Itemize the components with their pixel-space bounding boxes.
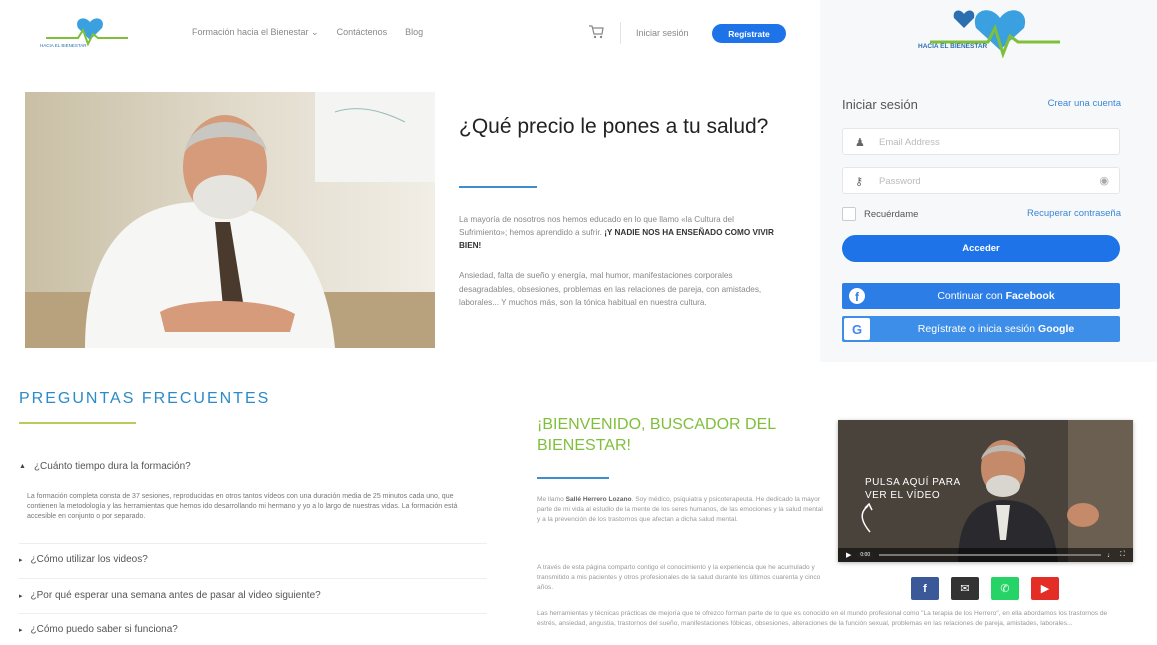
share-facebook-icon[interactable]: f (911, 577, 939, 600)
nav-login-link[interactable]: Iniciar sesión (636, 28, 689, 38)
welcome-title: ¡BIENVENIDO, BUSCADOR DEL BIENESTAR! (537, 416, 776, 454)
facebook-login-button[interactable]: f Continuar con Facebook (842, 283, 1120, 309)
user-icon: ♟ (855, 137, 865, 149)
nav-link-formacion[interactable]: Formación hacia el Bienestar ⌄ (192, 27, 319, 38)
faq-separator (19, 543, 487, 544)
remember-checkbox[interactable] (842, 207, 856, 221)
hero-divider (459, 186, 537, 188)
login-submit-button[interactable]: Acceder (842, 235, 1120, 262)
nav-divider (620, 22, 621, 44)
hero-description: Ansiedad, falta de sueño y energía, mal … (459, 271, 762, 307)
site-logo-text: HACIA EL BIENESTAR (40, 43, 87, 48)
nav-signup-button[interactable]: Regístrate (712, 24, 786, 43)
share-youtube-icon[interactable]: ▶ (1031, 577, 1059, 600)
email-field[interactable]: ♟ Email Address (842, 128, 1120, 155)
site-logo[interactable]: HACIA EL BIENESTAR (38, 16, 133, 50)
faq-title: PREGUNTAS FRECUENTES (19, 390, 271, 407)
welcome-paragraph-3: Las herramientas y técnicas prácticas de… (537, 610, 1108, 627)
faq-separator (19, 613, 487, 614)
faq-question[interactable]: ¿Cuánto tiempo dura la formación? (34, 461, 191, 472)
play-icon[interactable]: ▶ (846, 551, 851, 559)
key-icon: ⚷ (855, 176, 864, 188)
top-navigation: HACIA EL BIENESTAR Formación hacia el Bi… (0, 0, 820, 62)
nav-link-blog[interactable]: Blog (405, 27, 423, 38)
faq-item-duration[interactable]: ▲ ¿Cuánto tiempo dura la formación? La f… (19, 461, 487, 522)
hero-intro: La mayoría de nosotros nos hemos educado… (459, 213, 779, 252)
faq-question[interactable]: ¿Cómo puedo saber si funciona? (31, 624, 178, 635)
faq-separator (19, 578, 487, 579)
faq-question[interactable]: ¿Cómo utilizar los videos? (31, 554, 148, 565)
chevron-right-icon: ▸ (19, 592, 23, 600)
video-time: 0:00 (857, 552, 874, 558)
remember-me[interactable]: Recuérdame (842, 207, 918, 221)
share-email-icon[interactable]: ✉ (951, 577, 979, 600)
facebook-login-label: Continuar con Facebook (937, 290, 1055, 302)
share-whatsapp-icon[interactable]: ✆ (991, 577, 1019, 600)
video-progress-track[interactable] (879, 554, 1102, 556)
fullscreen-icon[interactable]: ⛶ (1120, 551, 1125, 559)
login-panel: HACIA EL BIENESTAR Iniciar sesión Crear … (820, 0, 1157, 362)
login-logo-text: HACIA EL BIENESTAR (918, 43, 988, 50)
google-login-label: Regístrate o inicia sesión Google (917, 323, 1075, 335)
volume-icon[interactable]: ♩ (1107, 552, 1114, 559)
login-logo: HACIA EL BIENESTAR (918, 10, 1060, 59)
create-account-link[interactable]: Crear una cuenta (1048, 98, 1121, 109)
faq-divider (19, 422, 136, 424)
video-caption[interactable]: PULSA AQUÍ PARA VER EL VÍDEO (865, 476, 961, 502)
login-title: Iniciar sesión (842, 97, 918, 112)
faq-item-does-it-work[interactable]: ▸ ¿Cómo puedo saber si funciona? (19, 624, 487, 635)
nav-link-contactenos[interactable]: Contáctenos (337, 27, 388, 38)
facebook-icon: f (842, 283, 872, 309)
faq-question[interactable]: ¿Por qué esperar una semana antes de pas… (31, 590, 321, 601)
email-placeholder: Email Address (879, 137, 940, 148)
main-site: HACIA EL BIENESTAR Formación hacia el Bi… (0, 0, 820, 362)
cart-icon[interactable] (588, 25, 604, 39)
hero-title: ¿Qué precio le pones a tu salud? (459, 115, 769, 138)
google-icon: G (844, 318, 870, 340)
forgot-password-link[interactable]: Recuperar contraseña (1027, 208, 1121, 219)
faq-item-videos[interactable]: ▸ ¿Cómo utilizar los videos? (19, 554, 487, 565)
eye-icon[interactable]: ◉ (1099, 174, 1109, 187)
nav-links: Formación hacia el Bienestar ⌄ Contácten… (192, 27, 423, 38)
google-login-button[interactable]: G Regístrate o inicia sesión Google (842, 316, 1120, 342)
hero-doctor-photo (25, 92, 435, 348)
password-field[interactable]: ⚷ Password ◉ (842, 167, 1120, 194)
intro-video-player[interactable]: PULSA AQUÍ PARA VER EL VÍDEO ▶ 0:00 ♩ ⛶ (838, 420, 1133, 562)
faq-item-wait-week[interactable]: ▸ ¿Por qué esperar una semana antes de p… (19, 590, 487, 601)
welcome-intro: Me llamo Sallé Herrero Lozano. Soy médic… (537, 496, 823, 523)
remember-label: Recuérdame (864, 208, 919, 220)
chevron-up-icon: ▲ (19, 463, 26, 470)
chevron-right-icon: ▸ (19, 556, 23, 564)
video-controls: ▶ 0:00 ♩ ⛶ (838, 548, 1133, 562)
welcome-divider (537, 477, 609, 479)
password-placeholder: Password (879, 176, 921, 187)
chevron-right-icon: ▸ (19, 626, 23, 634)
faq-answer: La formación completa consta de 37 sesio… (27, 493, 458, 520)
welcome-paragraph-2: A través de esta página comparto contigo… (537, 564, 821, 591)
